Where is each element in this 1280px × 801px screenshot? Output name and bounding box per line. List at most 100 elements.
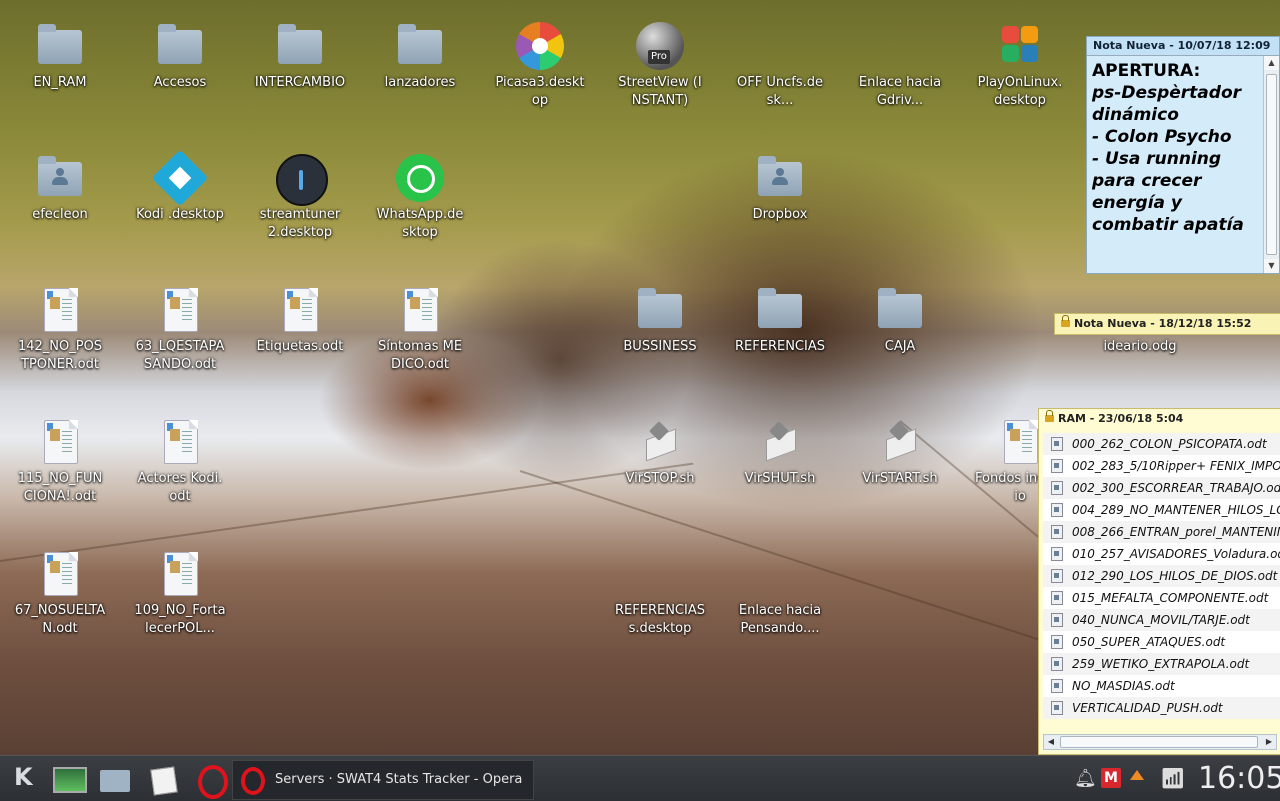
icon-efecleon[interactable]: efecleon [12, 154, 108, 224]
icon-intercambio[interactable]: INTERCAMBIO [252, 22, 348, 92]
scroll-right-icon[interactable]: ▶ [1262, 735, 1276, 749]
icon-142-no-pos[interactable]: 142_NO_POSTPONER.odt [12, 286, 108, 374]
list-item[interactable]: 040_NUNCA_MOVIL/TARJE.odt [1043, 609, 1280, 631]
icon-etiquetas[interactable]: Etiquetas.odt [252, 286, 348, 356]
icon-off-uncfs[interactable]: OFF Uncfs.desk... [732, 22, 828, 110]
task-opera-window[interactable]: Servers · SWAT4 Stats Tracker - Opera [232, 760, 534, 800]
document-icon [1051, 547, 1063, 561]
kodi-icon [151, 149, 209, 207]
file-manager-icon[interactable] [98, 762, 134, 796]
file-icon [756, 22, 804, 70]
icon-115-no-fun[interactable]: 115_NO_FUNCIONA!.odt [12, 418, 108, 506]
icon-label: StreetView (INSTANT) [618, 75, 702, 108]
document-icon [36, 550, 84, 598]
tray-expand-arrow-icon[interactable] [1130, 770, 1144, 780]
icon-label: Picasa3.desktop [495, 75, 585, 108]
icon-caja[interactable]: CAJA [852, 286, 948, 356]
icon-accesos[interactable]: Accesos [132, 22, 228, 92]
list-item[interactable]: VERTICALIDAD_PUSH.odt [1043, 697, 1280, 719]
file-list: 000_262_COLON_PSICOPATA.odt 002_283_5/10R… [1043, 433, 1280, 732]
icon-virstop[interactable]: VirSTOP.sh [612, 418, 708, 488]
file-icon [636, 550, 684, 598]
text-editor-icon[interactable] [146, 762, 182, 796]
notification-bell-icon[interactable]: 🔔︎ [1074, 767, 1097, 791]
icon-label: VirSTOP.sh [625, 471, 695, 486]
file-name: 008_266_ENTRAN_porel_MANTENIMIENTO [1072, 525, 1280, 539]
note-scrollbar[interactable]: ▲ ▼ [1263, 56, 1279, 273]
clock[interactable]: 16:05 [1198, 758, 1280, 800]
icon-picasa[interactable]: Picasa3.desktop [492, 22, 588, 110]
icon-bussiness[interactable]: BUSSINESS [612, 286, 708, 356]
desktop[interactable]: EN_RAM Accesos INTERCAMBIO lanzadores Picasa… [0, 0, 1280, 755]
icon-label: 63_LQESTAPASANDO.odt [135, 339, 225, 372]
icon-streamtuner[interactable]: streamtuner2.desktop [252, 154, 348, 242]
icon-67-nosuelt[interactable]: 67_NOSUELTAN.odt [12, 550, 108, 638]
scroll-up-icon[interactable]: ▲ [1264, 56, 1279, 70]
note-line: - Usa running para crecer energía y comb… [1092, 149, 1244, 235]
icon-label: OFF Uncfs.desk... [737, 75, 823, 108]
icon-referencias[interactable]: REFERENCIAS [732, 286, 828, 356]
note-header[interactable]: Nota Nueva - 18/12/18 15:52 [1074, 317, 1251, 330]
icon-whatsapp[interactable]: WhatsApp.desktop [372, 154, 468, 242]
icon-enlace-gdriv[interactable]: Enlace hacia Gdriv... [852, 22, 948, 110]
opera-launcher-icon[interactable] [194, 762, 230, 799]
list-item[interactable]: 002_300_ESCORREAR_TRABAJO.odt [1043, 477, 1280, 499]
pro-badge: Pro [648, 50, 670, 64]
list-item[interactable]: 259_WETIKO_EXTRAPOLA.odt [1043, 653, 1280, 675]
icon-referencias-desktop[interactable]: REFERENCIAS s.desktop [612, 550, 708, 638]
icon-label: 67_NOSUELTAN.odt [14, 603, 106, 636]
sticky-note-apertura[interactable]: Nota Nueva - 10/07/18 12:09 APERTURA: ps… [1086, 36, 1280, 274]
document-icon [1051, 613, 1063, 627]
scroll-thumb[interactable] [1060, 736, 1258, 748]
list-item[interactable]: 000_262_COLON_PSICOPATA.odt [1043, 433, 1280, 455]
system-monitor-icon[interactable] [50, 762, 87, 796]
network-icon[interactable]: 📶︎ [1160, 765, 1188, 791]
icon-actores-kodi[interactable]: Actores Kodi.odt [132, 418, 228, 506]
scroll-down-icon[interactable]: ▼ [1264, 259, 1279, 273]
scroll-thumb[interactable] [1266, 74, 1277, 255]
icon-label: streamtuner2.desktop [259, 207, 341, 240]
list-item[interactable]: 010_257_AVISADORES_Voladura.odt [1043, 543, 1280, 565]
icon-virshut[interactable]: VirSHUT.sh [732, 418, 828, 488]
document-icon [1051, 701, 1063, 715]
list-item[interactable]: 008_266_ENTRAN_porel_MANTENIMIENTO [1043, 521, 1280, 543]
icon-kodi[interactable]: Kodi .desktop [132, 149, 228, 224]
document-icon [276, 286, 324, 334]
folder-view-ram[interactable]: RAM - 23/06/18 5:04 000_262_COLON_PSICOP… [1038, 408, 1280, 755]
list-item[interactable]: 015_MEFALTA_COMPONENTE.odt [1043, 587, 1280, 609]
document-icon [396, 286, 444, 334]
icon-label: CAJA [884, 339, 916, 354]
icon-en-ram[interactable]: EN_RAM [12, 22, 108, 92]
icon-63-lqestap[interactable]: 63_LQESTAPASANDO.odt [132, 286, 228, 374]
list-item[interactable]: 012_290_LOS_HILOS_DE_DIOS.odt [1043, 565, 1280, 587]
horizontal-scrollbar[interactable]: ◀ ▶ [1043, 734, 1277, 750]
scroll-left-icon[interactable]: ◀ [1044, 735, 1058, 749]
lock-icon [1045, 410, 1054, 422]
note-header[interactable]: Nota Nueva - 10/07/18 12:09 [1087, 37, 1279, 56]
list-item[interactable]: NO_MASDIAS.odt [1043, 675, 1280, 697]
icon-sintomas[interactable]: Síntomas MEDICO.odt [372, 286, 468, 374]
icon-label: Enlace hacia Gdriv... [858, 75, 942, 108]
playonlinux-icon [996, 22, 1044, 70]
sticky-note-collapsed[interactable]: Nota Nueva - 18/12/18 15:52 [1054, 313, 1280, 335]
whatsapp-icon [396, 154, 444, 202]
script-icon [756, 418, 804, 466]
file-icon [876, 22, 924, 70]
icon-enlace-pensando[interactable]: Enlace hacia Pensando.... [732, 550, 828, 638]
icon-streetview[interactable]: Pro StreetView (INSTANT) [612, 22, 708, 110]
folder-icon [636, 286, 684, 334]
icon-playonlinux[interactable]: PlayOnLinux.desktop [972, 22, 1068, 110]
list-item[interactable]: 002_283_5/10Ripper+ FENIX_IMPOSTOR [1043, 455, 1280, 477]
mega-sync-icon[interactable]: M [1101, 768, 1121, 788]
icon-lanzadores[interactable]: lanzadores [372, 22, 468, 92]
icon-virstart[interactable]: VirSTART.sh [852, 418, 948, 488]
icon-109-no-fort[interactable]: 109_NO_FortalecerPOL... [132, 550, 228, 638]
file-name: 012_290_LOS_HILOS_DE_DIOS.odt [1072, 569, 1278, 583]
list-item[interactable]: 050_SUPER_ATAQUES.odt [1043, 631, 1280, 653]
folder-view-title[interactable]: RAM - 23/06/18 5:04 [1058, 412, 1183, 425]
note-body[interactable]: APERTURA: ps-Despèrtador dinámico - Colo… [1087, 56, 1263, 273]
icon-dropbox[interactable]: Dropbox [732, 154, 828, 224]
kde-menu-icon[interactable] [6, 762, 42, 796]
list-item[interactable]: 004_289_NO_MANTENER_HILOS_LGTB [1043, 499, 1280, 521]
document-icon [1051, 437, 1063, 451]
